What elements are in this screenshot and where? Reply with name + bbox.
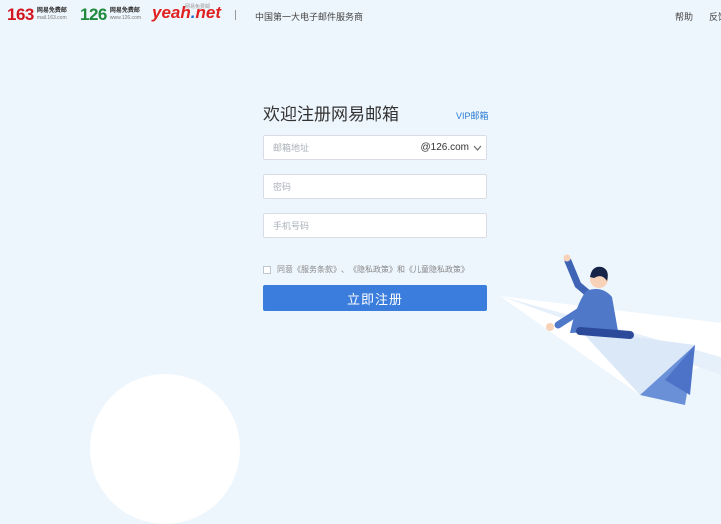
logo-163-caption: 网易免费邮 mail.163.com: [37, 8, 67, 22]
domain-select-value: @126.com: [420, 142, 469, 153]
agree-prefix: 同意: [277, 265, 293, 274]
logo-yeah[interactable]: 网易免费邮 yeah.net: [152, 4, 221, 23]
logo-126-line1: 网易免费邮: [109, 7, 140, 14]
phone-input[interactable]: [264, 214, 483, 237]
agree-separator: 、: [341, 265, 349, 274]
logo-163-number: 163: [7, 5, 34, 24]
logo-163-line2: mail.163.com: [36, 14, 67, 21]
page-title: 欢迎注册网易邮箱: [263, 105, 399, 124]
vip-mail-link[interactable]: VIP邮箱: [456, 109, 489, 122]
phone-field-wrapper: [263, 213, 487, 238]
privacy-link[interactable]: 《隐私政策》: [349, 264, 397, 275]
password-field-wrapper: [263, 174, 487, 199]
logo-yeah-tag: 网易免费邮: [185, 4, 211, 10]
header-divider: [235, 10, 236, 20]
logo-126[interactable]: 126 网易免费邮 www.126.com: [80, 6, 141, 23]
password-input[interactable]: [264, 175, 483, 198]
agree-checkbox[interactable]: [263, 265, 271, 274]
header-slogan: 中国第一大电子邮件服务商: [255, 12, 364, 22]
register-button[interactable]: 立即注册: [263, 285, 487, 311]
background-circle: [90, 374, 240, 524]
domain-select[interactable]: @126.com: [420, 142, 482, 153]
top-header: 163 网易免费邮 mail.163.com 126 网易免费邮 www.126…: [0, 0, 721, 30]
paper-plane-illustration: [500, 254, 721, 405]
help-link[interactable]: 帮助: [675, 10, 693, 23]
logo-126-line2: www.126.com: [109, 14, 141, 21]
email-field-wrapper: @126.com: [263, 135, 487, 160]
feedback-link[interactable]: 反馈: [709, 10, 721, 23]
email-input[interactable]: [264, 136, 423, 159]
chevron-down-icon: [473, 145, 482, 151]
agree-and: 和: [397, 265, 405, 274]
terms-link[interactable]: 《服务条款》: [293, 264, 341, 275]
logo-163-line1: 网易免费邮: [36, 7, 67, 14]
logo-126-number: 126: [80, 5, 107, 24]
child-privacy-link[interactable]: 《儿童隐私政策》: [405, 264, 469, 275]
logo-126-caption: 网易免费邮 www.126.com: [110, 8, 141, 22]
agreement-row: 同意 《服务条款》 、 《隐私政策》 和 《儿童隐私政策》: [263, 264, 469, 275]
logo-163[interactable]: 163 网易免费邮 mail.163.com: [7, 6, 67, 23]
